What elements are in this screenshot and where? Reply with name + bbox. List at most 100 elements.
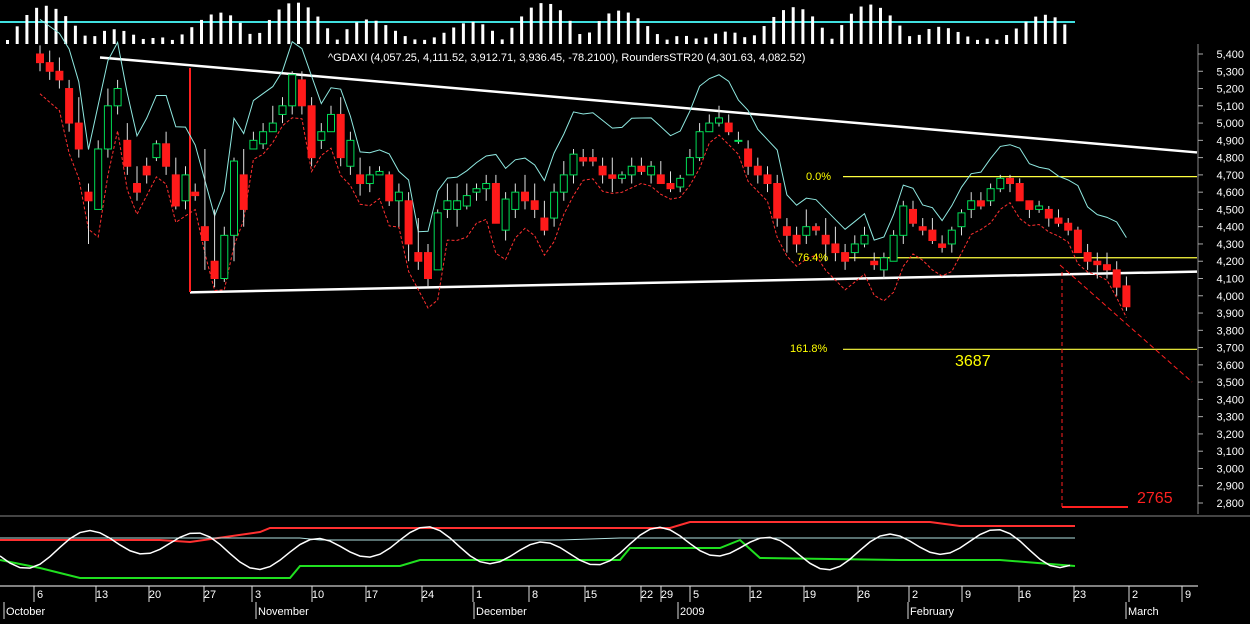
y-tick-label: 2,800 [1216, 498, 1244, 510]
candle-body [1083, 252, 1092, 262]
volume-bar [442, 32, 446, 44]
candle-body [1015, 183, 1024, 202]
y-tick-label: 5,400 [1216, 49, 1244, 61]
candle-body [268, 122, 277, 133]
candle-body [297, 79, 306, 107]
volume-bar [782, 10, 785, 44]
volume-bar [849, 13, 853, 44]
volume-bar [772, 16, 776, 44]
volume-bar [976, 39, 979, 44]
candle-body [113, 88, 122, 107]
candle-body [36, 53, 44, 64]
x-month-label: 2009 [680, 606, 704, 618]
candle-body [889, 234, 898, 262]
volume-bar [1063, 24, 1067, 44]
volume-bar [229, 15, 233, 44]
fib-1618-label: 161.8% [790, 343, 828, 355]
volume-bar [539, 3, 543, 45]
candle-body [210, 260, 219, 280]
volume-bar [617, 10, 621, 44]
candle-body [802, 226, 811, 236]
candle-body [870, 260, 879, 266]
candle-body [1122, 285, 1131, 308]
volume-bar [588, 32, 591, 44]
volume-bar [1005, 35, 1009, 44]
volume-bar [394, 30, 397, 44]
candle-body [685, 157, 694, 176]
candle-body [453, 200, 462, 210]
volume-bar [675, 36, 679, 44]
volume-bar [180, 34, 184, 44]
candle-body [773, 183, 782, 219]
target-3687-label: 3687 [955, 353, 991, 370]
volume-bar [685, 35, 688, 44]
x-day-label: 23 [1074, 589, 1086, 601]
volume-bar [937, 26, 941, 44]
x-day-label: 22 [641, 589, 653, 601]
volume-bar [25, 14, 29, 45]
candle-body [307, 105, 316, 159]
candle-body [1073, 229, 1082, 254]
chart-root: 2,800 2,900 3,000 3,100 3,200 3,300 3,400 3,500… [0, 0, 1250, 624]
legend-text: ^GDAXI (4,057.25, 4,111.52, 3,912.71, 3,… [328, 52, 805, 64]
volume-bar [238, 22, 242, 44]
candle-body [744, 148, 753, 167]
x-day-label: 26 [858, 589, 870, 601]
volume-bar [510, 27, 514, 44]
candle-body [608, 174, 617, 179]
candle-body [579, 157, 588, 162]
candle-body [404, 200, 413, 245]
candle-body [84, 191, 93, 202]
volume-bar [704, 37, 708, 44]
volume-bar [869, 4, 873, 45]
candle-body [327, 113, 335, 133]
volume-bar [908, 36, 912, 44]
volume-bar [326, 28, 330, 44]
y-tick-label: 3,700 [1216, 343, 1244, 355]
volume-bar [665, 39, 669, 44]
candle-body [200, 226, 209, 242]
y-tick-label: 3,300 [1216, 412, 1244, 424]
candle-body [792, 234, 801, 245]
volume-bar [558, 10, 562, 44]
y-tick-label: 4,400 [1216, 222, 1244, 234]
volume-bar [597, 21, 601, 44]
volume-bar [452, 27, 456, 44]
volume-bar [209, 14, 213, 45]
candle-body [976, 200, 985, 207]
volume-bar [520, 16, 524, 44]
volume-bar [529, 7, 533, 45]
x-day-label: 10 [312, 589, 324, 601]
volume-bar [694, 38, 698, 44]
candle-body [181, 174, 190, 202]
volume-bar [578, 34, 582, 44]
candle-body [812, 226, 820, 231]
x-day-label: 13 [96, 589, 108, 601]
volume-bar [335, 39, 339, 44]
candle-body [521, 191, 529, 202]
volume-bar [898, 25, 902, 44]
candle-body [462, 195, 471, 207]
volume-bar [423, 39, 427, 44]
volume-bar [481, 24, 485, 44]
volume-bar [219, 12, 223, 45]
candle-body [317, 131, 326, 141]
volume-bar [636, 18, 640, 44]
volume-bar [830, 38, 834, 44]
candle-body [530, 200, 539, 210]
volume-bar [267, 19, 271, 44]
candle-body [1025, 200, 1034, 210]
candle-body [191, 191, 200, 197]
candle-body [899, 205, 908, 236]
candle-body [841, 252, 850, 262]
volume-bar [1034, 16, 1038, 44]
candle-body [879, 257, 888, 271]
candle-body [763, 174, 772, 185]
candle-body [1103, 264, 1111, 271]
x-day-label: 19 [804, 589, 816, 601]
candle-body [928, 229, 937, 242]
candle-body [123, 139, 132, 167]
candle-body [666, 183, 675, 190]
volume-bar [762, 26, 766, 44]
dax-chart: 2,800 2,900 3,000 3,100 3,200 3,300 3,400 3,500… [0, 0, 1250, 619]
